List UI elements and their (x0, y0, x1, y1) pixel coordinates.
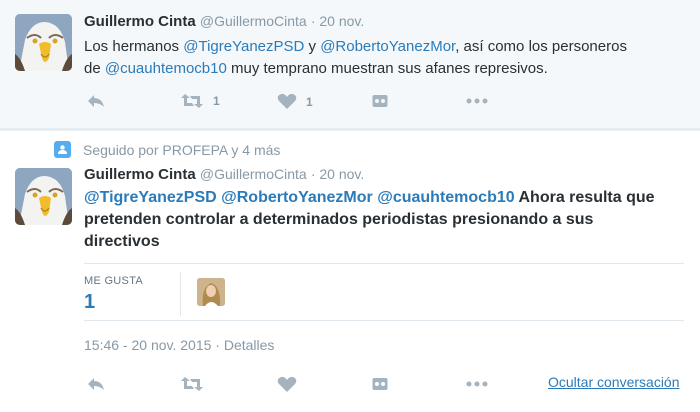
text-segment: de (84, 60, 105, 77)
author-name[interactable]: Guillermo Cinta @GuillermoCinta · 20 nov… (84, 13, 364, 30)
mention-link[interactable]: @TigreYanezPSD (183, 38, 304, 55)
heart-icon (277, 376, 297, 392)
author-display-name[interactable]: Guillermo Cinta (84, 166, 196, 183)
social-context[interactable]: Seguido por PROFEPA y 4 más (54, 141, 280, 158)
author-name[interactable]: Guillermo Cinta @GuillermoCinta · 20 nov… (84, 166, 364, 183)
like-count: 1 (306, 94, 313, 109)
tweet-date[interactable]: · 20 nov. (311, 13, 364, 29)
more-options-button[interactable] (466, 381, 488, 387)
text-segment: pretenden controlar a determinados perio… (84, 211, 594, 228)
avatar[interactable] (15, 14, 72, 71)
liker-avatar-image (197, 278, 225, 306)
more-icon (466, 381, 488, 387)
text-segment: Los hermanos (84, 38, 184, 55)
overflow-button[interactable] (372, 377, 388, 391)
followed-by-text[interactable]: Seguido por PROFEPA y 4 más (83, 142, 280, 158)
likes-label: ME GUSTA (84, 275, 144, 287)
tweet-text: Los hermanos @TigreYanezPSD y @RobertoYa… (84, 36, 684, 80)
text-segment: directivos (84, 233, 160, 250)
tweet-timestamp[interactable]: 15:46 - 20 nov. 2015 · Detalles (84, 337, 274, 353)
text-segment: muy temprano muestran sus afanes represi… (226, 60, 548, 77)
text-segment: , así como los personeros (455, 38, 627, 55)
reply-icon (88, 378, 104, 390)
retweet-count: 1 (213, 94, 220, 108)
text-segment: y (304, 38, 321, 55)
mention-link[interactable]: @RobertoYanezMor (320, 38, 455, 55)
likes-stat[interactable]: ME GUSTA 1 (84, 272, 181, 316)
mention-link[interactable]: @cuauhtemocb10 (105, 60, 227, 77)
text-segment: Ahora resulta que (514, 189, 655, 206)
more-options-button[interactable] (466, 98, 488, 104)
likes-value[interactable]: 1 (84, 291, 180, 314)
author-handle[interactable]: @GuillermoCinta (200, 166, 307, 182)
like-button[interactable] (277, 376, 297, 393)
author-handle[interactable]: @GuillermoCinta (200, 13, 307, 29)
liker-avatar[interactable] (197, 278, 225, 306)
heart-icon (277, 93, 297, 109)
avatar[interactable] (15, 168, 72, 225)
retweet-button[interactable] (180, 376, 204, 392)
hide-conversation-link[interactable]: Ocultar conversación (548, 374, 680, 390)
mention-link[interactable]: @RobertoYanezMor (221, 189, 373, 206)
like-button[interactable]: 1 (277, 93, 313, 110)
reply-icon (88, 95, 104, 107)
mention-link[interactable]: @TigreYanezPSD (84, 189, 217, 206)
retweet-icon (181, 377, 203, 391)
more-icon (466, 98, 488, 104)
tweet-date[interactable]: · 20 nov. (311, 166, 364, 182)
follow-card-icon (54, 141, 71, 158)
reply-button[interactable] (86, 376, 106, 392)
mention-link[interactable]: @cuauhtemocb10 (377, 189, 514, 206)
overflow-icon (372, 95, 388, 107)
tweet-text: @TigreYanezPSD @RobertoYanezMor @cuauhte… (84, 187, 684, 253)
eagle-avatar-image (15, 168, 72, 225)
overflow-button[interactable] (372, 94, 388, 108)
author-display-name[interactable]: Guillermo Cinta (84, 13, 196, 30)
eagle-avatar-image (15, 14, 72, 71)
tweet-stats: ME GUSTA 1 (84, 263, 684, 321)
retweet-button[interactable]: 1 (180, 93, 220, 109)
reply-button[interactable] (86, 93, 106, 109)
tweet-1[interactable]: Guillermo Cinta @GuillermoCinta · 20 nov… (0, 0, 700, 128)
retweet-icon (181, 94, 203, 108)
overflow-icon (372, 378, 388, 390)
